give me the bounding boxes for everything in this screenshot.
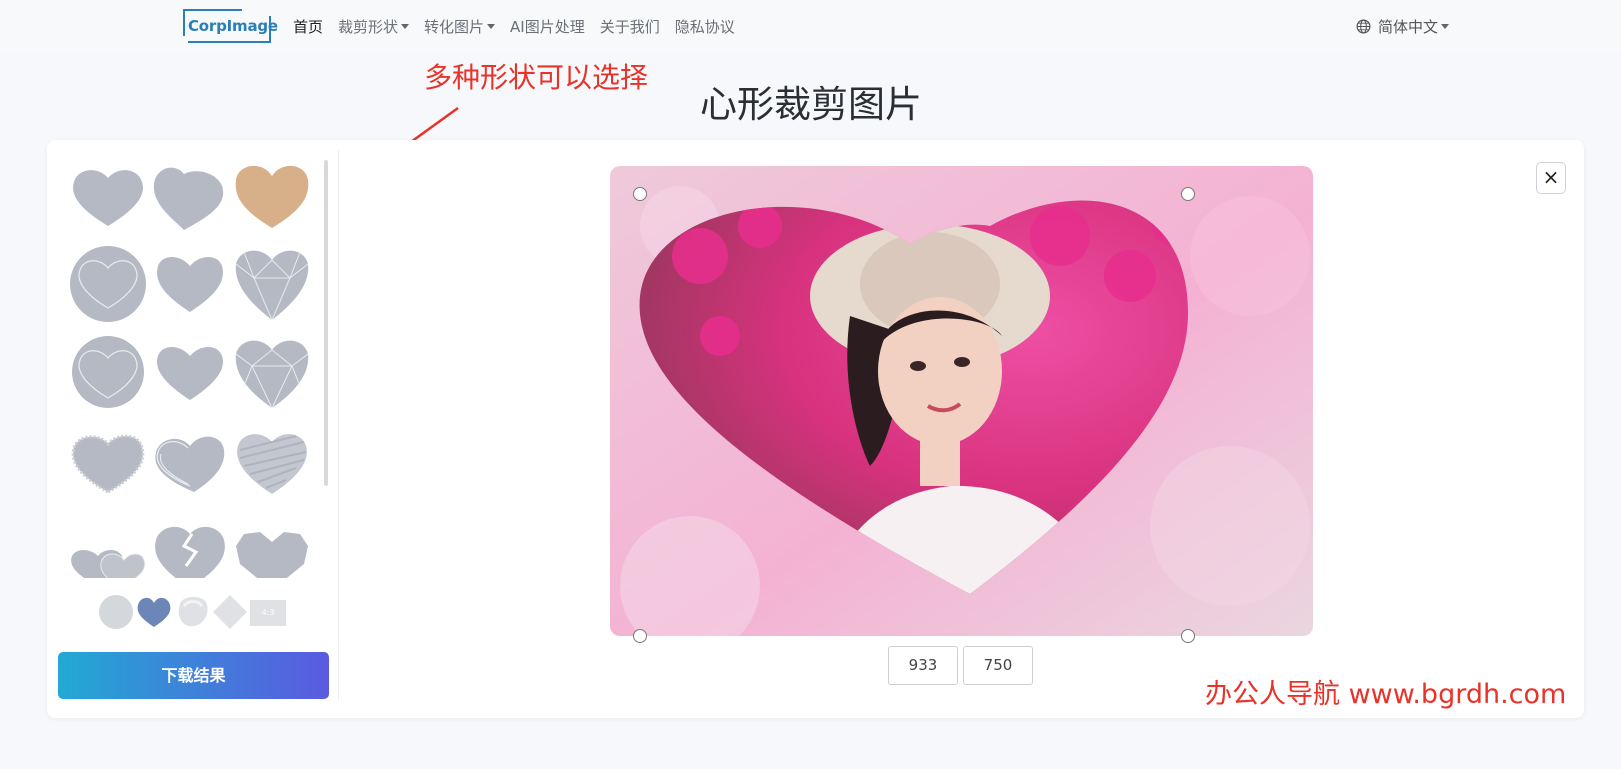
sidebar-divider <box>338 150 339 700</box>
close-icon: × <box>1542 165 1560 189</box>
heart-option-icon[interactable] <box>136 595 172 629</box>
nav-item-crop-shapes[interactable]: 裁剪形状 <box>338 16 410 37</box>
close-button[interactable]: × <box>1536 162 1566 194</box>
heart-rough-shape-icon <box>71 434 145 494</box>
crop-handle-top-right[interactable] <box>1181 187 1195 201</box>
shape-option-heart-scribble[interactable] <box>232 424 312 504</box>
heart-shape-icon <box>73 170 143 226</box>
shape-option-heart-selected[interactable] <box>232 158 312 238</box>
nav-label: 转化图片 <box>424 18 485 36</box>
nav-label: 首页 <box>293 18 324 36</box>
shape-option-heart[interactable] <box>68 160 148 240</box>
logo-text: CorpImage <box>188 17 278 35</box>
nav-item-ai-processing[interactable]: AI图片处理 <box>510 16 585 37</box>
shape-option-circle-heart-outline[interactable] <box>68 244 148 324</box>
shape-picker <box>64 158 320 578</box>
heart-scribble-shape-icon <box>237 434 307 494</box>
height-input[interactable]: 750 <box>963 646 1033 685</box>
corpimage-logo[interactable]: CorpImage <box>182 8 278 44</box>
crop-preview-image[interactable] <box>610 166 1313 636</box>
circle-heart-outline-shape-icon <box>72 336 144 408</box>
shape-option-heart-tilted[interactable] <box>150 160 230 240</box>
shape-option-heart-2[interactable] <box>150 336 230 416</box>
nav-item-convert-images[interactable]: 转化图片 <box>424 16 496 37</box>
heart-tilted-shape-icon <box>153 167 224 230</box>
main-nav: 首页 裁剪形状 转化图片 AI图片处理 关于我们 隐私协议 <box>293 16 750 37</box>
shape-option-double-heart[interactable] <box>68 516 148 578</box>
shape-option-heart-rough[interactable] <box>68 424 148 504</box>
nav-label: AI图片处理 <box>510 18 585 36</box>
crop-handle-bottom-right[interactable] <box>1181 629 1195 643</box>
ratio-4-3-option[interactable]: 4:3 <box>250 600 286 626</box>
nav-label: 关于我们 <box>599 18 660 36</box>
shape-option-heart-rounded[interactable] <box>150 244 230 324</box>
diamond-option-icon[interactable] <box>212 594 248 630</box>
heart-rounded-shape-icon <box>157 257 223 312</box>
language-selector[interactable]: 简体中文 <box>1356 16 1450 37</box>
double-heart-shape-icon <box>71 550 146 578</box>
nav-item-about-us[interactable]: 关于我们 <box>600 16 660 37</box>
language-label: 简体中文 <box>1378 18 1439 36</box>
nav-item-privacy[interactable]: 隐私协议 <box>675 16 735 37</box>
heart-sketch-shape-icon <box>155 436 225 492</box>
crop-handle-top-left[interactable] <box>633 187 647 201</box>
heart-faceted-shape-icon <box>235 340 309 410</box>
annotation-text: 多种形状可以选择 <box>424 61 649 94</box>
crop-handle-bottom-left[interactable] <box>633 629 647 643</box>
page-title: 心形裁剪图片 <box>700 83 922 126</box>
quick-shape-options: 4:3 <box>98 594 290 630</box>
shape-option-heart-faceted[interactable] <box>232 244 312 324</box>
chevron-down-icon <box>401 24 410 29</box>
chevron-down-icon <box>1441 24 1450 29</box>
globe-icon <box>1356 19 1371 34</box>
chevron-down-icon <box>487 24 496 29</box>
top-navbar: CorpImage 首页 裁剪形状 转化图片 AI图片处理 关于我们 隐私协议 … <box>0 0 1621 54</box>
shape-option-broken-heart[interactable] <box>150 512 230 578</box>
shape-option-circle-heart-outline-2[interactable] <box>68 336 148 416</box>
shape-option-heart-polygon[interactable] <box>232 512 312 578</box>
shape-option-heart-sketch[interactable] <box>150 424 230 504</box>
broken-heart-shape-icon <box>155 526 225 578</box>
circle-option-icon[interactable] <box>98 594 134 630</box>
heart-polygon-shape-icon <box>236 532 308 578</box>
ratio-label: 4:3 <box>261 608 275 617</box>
width-input[interactable]: 933 <box>888 646 958 685</box>
watermark-text: 办公人导航 www.bgrdh.com <box>1205 679 1567 710</box>
shape-option-heart-faceted-2[interactable] <box>232 336 312 416</box>
heart-shape-icon <box>157 347 223 400</box>
download-result-button[interactable]: 下载结果 <box>58 652 329 699</box>
blob-option-icon[interactable] <box>174 594 210 630</box>
nav-item-home[interactable]: 首页 <box>293 16 323 37</box>
nav-label: 隐私协议 <box>674 18 735 36</box>
shape-list-scrollbar[interactable] <box>324 160 328 486</box>
nav-label: 裁剪形状 <box>338 18 399 36</box>
circle-heart-outline-shape-icon <box>70 246 146 322</box>
heart-selected-shape-icon <box>235 165 309 228</box>
heart-faceted-shape-icon <box>235 250 309 322</box>
